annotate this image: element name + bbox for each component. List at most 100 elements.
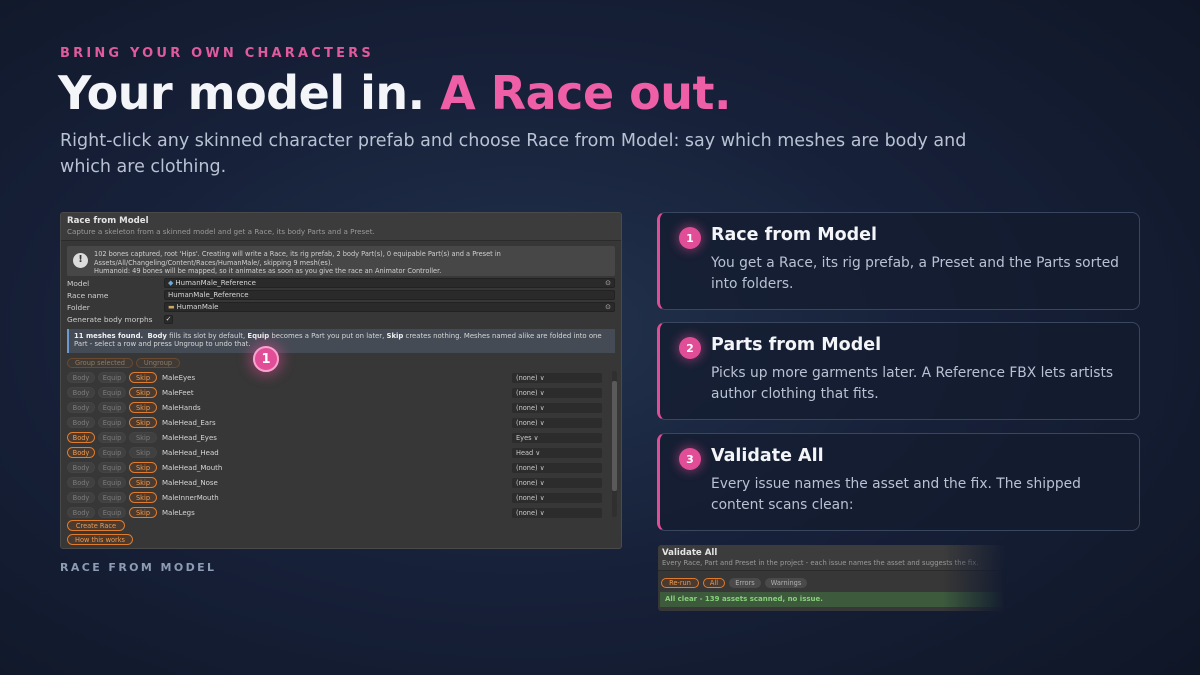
skip-button[interactable]: Skip [129, 507, 157, 518]
folder-field[interactable]: ▬ HumanMale ⊙ [164, 302, 615, 312]
body-button[interactable]: Body [67, 447, 95, 458]
mesh-row: Body Equip Skip MaleInnerMouth (none) ∨ [67, 490, 616, 505]
body-button[interactable]: Body [67, 462, 95, 473]
folder-value: HumanMale [176, 303, 219, 311]
equip-button[interactable]: Equip [98, 432, 126, 443]
mesh-row: Body Equip Skip MaleHands (none) ∨ [67, 400, 616, 415]
skip-button[interactable]: Skip [129, 492, 157, 503]
mesh-name: MaleHead_Mouth [162, 463, 223, 472]
validate-status: All clear - 139 assets scanned, no issue… [660, 592, 1004, 607]
validate-toolbar: Re-run All Errors Warnings [661, 578, 1003, 588]
mesh-row: Body Equip Skip MaleHead_Nose (none) ∨ [67, 475, 616, 490]
scrollbar-thumb[interactable] [612, 381, 617, 491]
mesh-row: Body Equip Skip MaleHead_Eyes Eyes ∨ [67, 430, 616, 445]
slot-dropdown[interactable]: (none) ∨ [512, 462, 602, 473]
object-picker-icon[interactable]: ⊙ [605, 303, 611, 311]
body-button[interactable]: Body [67, 432, 95, 443]
window-description: Capture a skeleton from a skinned model … [67, 227, 375, 236]
headline: Your model in. A Race out. [58, 66, 731, 120]
mesh-name: MaleInnerMouth [162, 493, 219, 502]
equip-button[interactable]: Equip [98, 447, 126, 458]
skip-button[interactable]: Skip [129, 387, 157, 398]
screenshot-caption: RACE FROM MODEL [60, 561, 217, 574]
generate-morphs-checkbox[interactable]: ✓ [164, 314, 173, 324]
validate-all-window: Validate All Every Race, Part and Preset… [658, 545, 1006, 611]
mesh-row: Body Equip Skip MaleLegs (none) ∨ [67, 505, 616, 520]
info-line: Humanoid: 49 bones will be mapped, so it… [94, 267, 442, 276]
step-body: Picks up more garments later. A Referenc… [711, 365, 1114, 402]
equip-button[interactable]: Equip [98, 477, 126, 488]
group-selected-button[interactable]: Group selected [67, 358, 133, 368]
slot-dropdown[interactable]: (none) ∨ [512, 492, 602, 503]
model-field-row: Model ◆ HumanMale_Reference ⊙ [67, 278, 615, 288]
body-button[interactable]: Body [67, 477, 95, 488]
body-button[interactable]: Body [67, 387, 95, 398]
rerun-button[interactable]: Re-run [661, 578, 699, 588]
mesh-list-scrollbar[interactable] [612, 371, 617, 517]
generate-morphs-row: Generate body morphs ✓ [67, 314, 615, 324]
slot-dropdown[interactable]: (none) ∨ [512, 417, 602, 428]
eyebrow: BRING YOUR OWN CHARACTERS [60, 46, 374, 61]
race-name-field[interactable]: HumanMale_Reference [164, 290, 615, 300]
model-label: Model [67, 278, 90, 288]
note-count: 11 meshes found. [74, 332, 144, 340]
model-field[interactable]: ◆ HumanMale_Reference ⊙ [164, 278, 615, 288]
skip-button[interactable]: Skip [129, 417, 157, 428]
slot-dropdown[interactable]: (none) ∨ [512, 372, 602, 383]
slot-dropdown[interactable]: Eyes ∨ [512, 432, 602, 443]
create-race-button[interactable]: Create Race [67, 520, 125, 531]
mesh-row: Body Equip Skip MaleHead_Head Head ∨ [67, 445, 616, 460]
group-controls: Group selected Ungroup [67, 358, 615, 368]
step-number: 3 [679, 448, 701, 470]
info-text: 102 bones captured, root 'Hips'. Creatin… [94, 250, 501, 275]
equip-button[interactable]: Equip [98, 492, 126, 503]
equip-button[interactable]: Equip [98, 507, 126, 518]
body-button[interactable]: Body [67, 372, 95, 383]
slot-dropdown[interactable]: (none) ∨ [512, 477, 602, 488]
filter-all-tab[interactable]: All [703, 578, 725, 588]
skip-button[interactable]: Skip [129, 477, 157, 488]
ungroup-button[interactable]: Ungroup [136, 358, 180, 368]
info-line: Assets/All/Changeling/Content/Races/Huma… [94, 258, 333, 267]
body-button[interactable]: Body [67, 402, 95, 413]
action-buttons: Create Race How this works [67, 520, 133, 545]
equip-button[interactable]: Equip [98, 402, 126, 413]
mesh-name: MaleLegs [162, 508, 195, 517]
equip-button[interactable]: Equip [98, 417, 126, 428]
mesh-name: MaleHands [162, 403, 201, 412]
folder-icon: ▬ [168, 303, 175, 311]
equip-button[interactable]: Equip [98, 372, 126, 383]
skip-button[interactable]: Skip [129, 462, 157, 473]
slot-dropdown[interactable]: (none) ∨ [512, 507, 602, 518]
step-title: Validate All [711, 446, 824, 466]
step-number: 1 [679, 227, 701, 249]
skip-button[interactable]: Skip [129, 447, 157, 458]
filter-warnings-tab[interactable]: Warnings [765, 578, 807, 588]
slot-dropdown[interactable]: Head ∨ [512, 447, 602, 458]
body-button[interactable]: Body [67, 492, 95, 503]
filter-errors-tab[interactable]: Errors [729, 578, 761, 588]
skip-button[interactable]: Skip [129, 402, 157, 413]
skip-button[interactable]: Skip [129, 372, 157, 383]
race-name-value: HumanMale_Reference [168, 291, 249, 299]
race-from-model-window: Race from Model Capture a skeleton from … [60, 212, 622, 549]
model-value: HumanMale_Reference [175, 279, 256, 287]
slot-dropdown[interactable]: (none) ∨ [512, 387, 602, 398]
step-number: 2 [679, 337, 701, 359]
skip-button[interactable]: Skip [129, 432, 157, 443]
equip-button[interactable]: Equip [98, 462, 126, 473]
mesh-row: Body Equip Skip MaleFeet (none) ∨ [67, 385, 616, 400]
mesh-name: MaleFeet [162, 388, 194, 397]
mesh-row: Body Equip Skip MaleHead_Mouth (none) ∨ [67, 460, 616, 475]
body-button[interactable]: Body [67, 417, 95, 428]
step-title: Race from Model [711, 225, 878, 245]
equip-button[interactable]: Equip [98, 387, 126, 398]
slot-dropdown[interactable]: (none) ∨ [512, 402, 602, 413]
race-name-label: Race name [67, 290, 109, 300]
mesh-row: Body Equip Skip MaleHead_Ears (none) ∨ [67, 415, 616, 430]
object-picker-icon[interactable]: ⊙ [605, 279, 611, 287]
step-card-2: 2 Parts from Model Picks up more garment… [657, 322, 1140, 420]
body-button[interactable]: Body [67, 507, 95, 518]
mesh-list: Body Equip Skip MaleEyes (none) ∨ Body Equip Sk… [67, 370, 616, 518]
how-this-works-button[interactable]: How this works [67, 534, 133, 545]
